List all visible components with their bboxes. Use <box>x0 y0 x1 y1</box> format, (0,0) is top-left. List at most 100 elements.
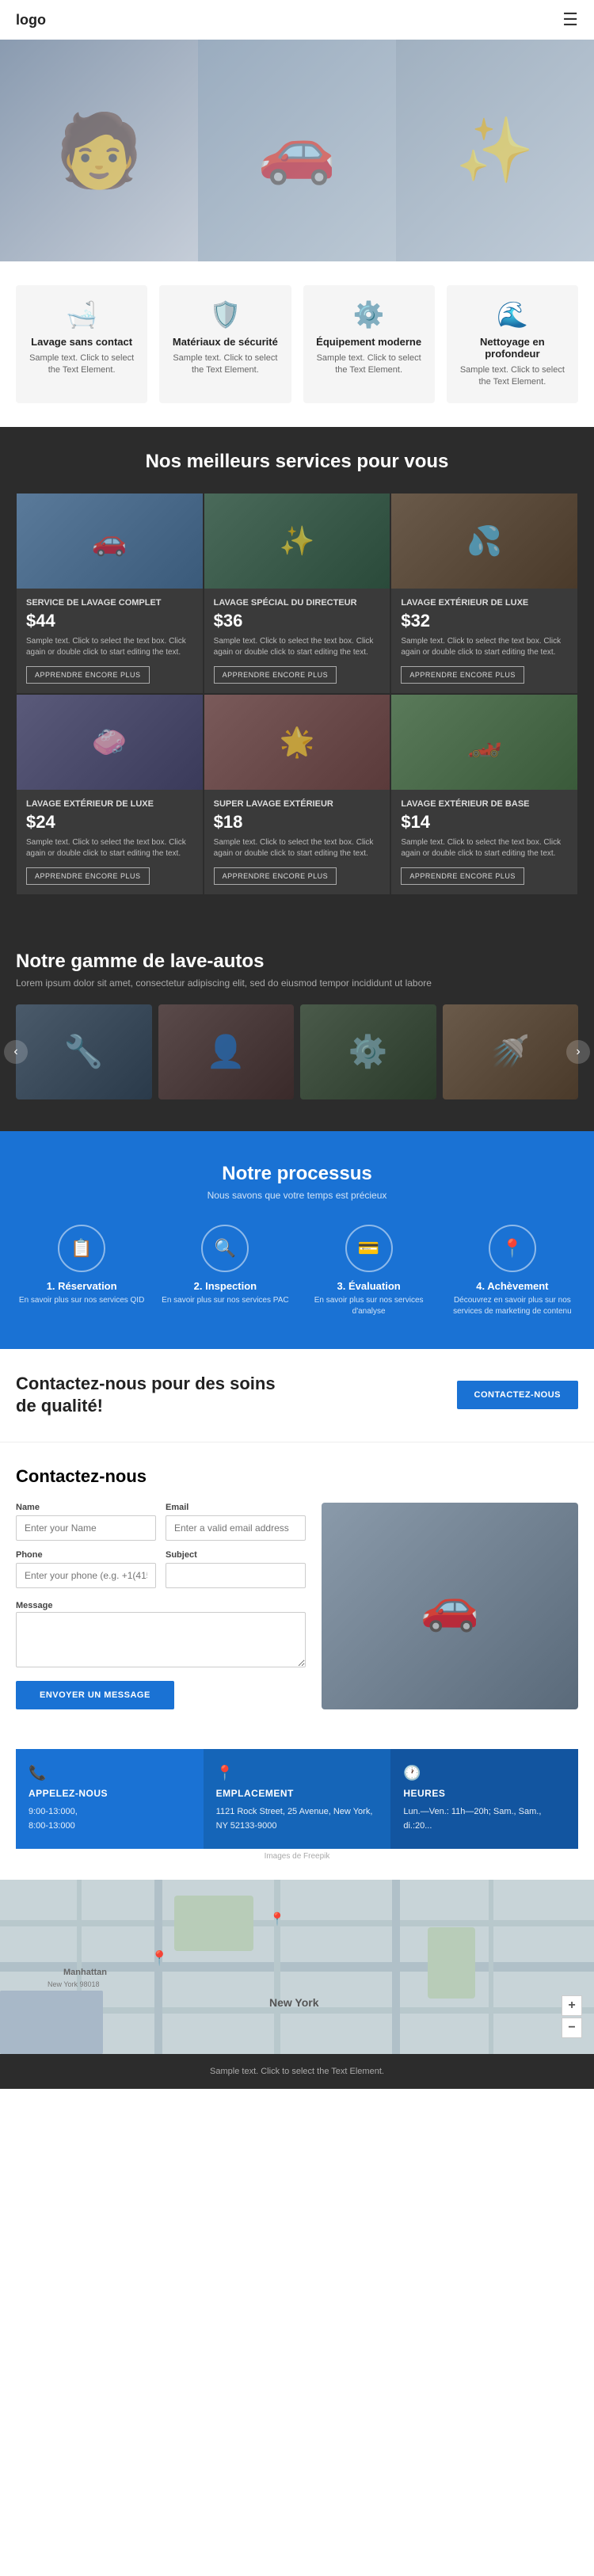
service-desc-4: Sample text. Click to select the text bo… <box>214 837 381 859</box>
gallery-prev-button[interactable]: ‹ <box>4 1040 28 1064</box>
subject-input[interactable] <box>166 1563 306 1588</box>
gallery-item: 👤 <box>158 1004 295 1099</box>
service-image-3: 🧼 <box>17 695 203 790</box>
footer: Sample text. Click to select the Text El… <box>0 2054 594 2089</box>
service-btn-4[interactable]: APPRENDRE ENCORE PLUS <box>214 867 337 885</box>
service-price-0: $44 <box>26 611 193 631</box>
process-step-0: 📋 1. Réservation En savoir plus sur nos … <box>16 1225 147 1317</box>
header: logo ☰ <box>0 0 594 40</box>
services-grid: 🚗 SERVICE DE LAVAGE COMPLET $44 Sample t… <box>16 493 578 895</box>
feature-title-0: Lavage sans contact <box>25 336 138 348</box>
map-controls: + − <box>562 1995 582 2038</box>
hero-section: 🧑 🚗 ✨ <box>0 40 594 261</box>
services-section: Nos meilleurs services pour vous 🚗 SERVI… <box>0 427 594 927</box>
feature-card: 🌊 Nettoyage en profondeur Sample text. C… <box>447 285 578 403</box>
map-zoom-in-button[interactable]: + <box>562 1995 582 2016</box>
service-name-0: SERVICE DE LAVAGE COMPLET <box>26 598 193 608</box>
features-grid: 🛁 Lavage sans contact Sample text. Click… <box>16 285 578 403</box>
process-step-label-0: 1. Réservation <box>16 1280 147 1292</box>
svg-text:📍: 📍 <box>269 1911 285 1926</box>
service-price-5: $14 <box>401 812 568 833</box>
email-label: Email <box>166 1503 306 1512</box>
info-card-0: 📞 APPELEZ-NOUS 9:00-13:000,8:00-13:000 <box>16 1749 204 1849</box>
service-desc-2: Sample text. Click to select the text bo… <box>401 636 568 658</box>
svg-text:New York: New York <box>269 1996 319 2009</box>
service-desc-3: Sample text. Click to select the text bo… <box>26 837 193 859</box>
service-desc-0: Sample text. Click to select the text bo… <box>26 636 193 658</box>
service-btn-2[interactable]: APPRENDRE ENCORE PLUS <box>401 666 524 684</box>
hero-image-2: 🚗 <box>198 40 396 261</box>
service-image-1: ✨ <box>204 493 390 589</box>
submit-button[interactable]: ENVOYER UN MESSAGE <box>16 1681 174 1709</box>
phone-group: Phone <box>16 1550 156 1588</box>
service-btn-5[interactable]: APPRENDRE ENCORE PLUS <box>401 867 524 885</box>
feature-desc-0: Sample text. Click to select the Text El… <box>25 352 138 377</box>
svg-text:New York 98018: New York 98018 <box>48 1980 100 1988</box>
menu-button[interactable]: ☰ <box>562 10 578 30</box>
feature-icon-1: 🛡️ <box>169 299 281 330</box>
email-group: Email <box>166 1503 306 1541</box>
service-card: ✨ LAVAGE SPÉCIAL DU DIRECTEUR $36 Sample… <box>204 493 391 694</box>
service-name-2: LAVAGE EXTÉRIEUR DE LUXE <box>401 598 568 608</box>
service-card: 🌟 SUPER LAVAGE EXTÉRIEUR $18 Sample text… <box>204 694 391 895</box>
process-title: Notre processus <box>16 1163 578 1185</box>
feature-card: 🛡️ Matériaux de sécurité Sample text. Cl… <box>159 285 291 403</box>
process-icon-3: 📍 <box>489 1225 536 1272</box>
gallery-title: Notre gamme de lave-autos <box>16 951 578 973</box>
service-desc-5: Sample text. Click to select the text bo… <box>401 837 568 859</box>
gallery-subtitle: Lorem ipsum dolor sit amet, consectetur … <box>16 977 578 989</box>
info-icon-1: 📍 <box>216 1765 379 1781</box>
info-text-0: 9:00-13:000,8:00-13:000 <box>29 1805 191 1833</box>
process-step-desc-2: En savoir plus sur nos services d'analys… <box>303 1295 435 1317</box>
contact-layout: Name Email Phone Subject Message <box>16 1503 578 1709</box>
service-image-2: 💦 <box>391 493 577 589</box>
service-card: 🏎️ LAVAGE EXTÉRIEUR DE BASE $14 Sample t… <box>390 694 578 895</box>
feature-icon-0: 🛁 <box>25 299 138 330</box>
cta-section: Contactez-nous pour des soins de qualité… <box>0 1349 594 1442</box>
cta-button[interactable]: CONTACTEZ-NOUS <box>457 1381 578 1409</box>
map-background: Manhattan New York 98018 New York 📍 📍 <box>0 1880 594 2054</box>
process-section: Notre processus Nous savons que votre te… <box>0 1131 594 1349</box>
service-image-5: 🏎️ <box>391 695 577 790</box>
feature-desc-1: Sample text. Click to select the Text El… <box>169 352 281 377</box>
info-card-2: 🕐 HEURES Lun.—Ven.: 11h—20h; Sam., Sam.,… <box>390 1749 578 1849</box>
process-step-label-1: 2. Inspection <box>159 1280 291 1292</box>
hero-image-3: ✨ <box>396 40 594 261</box>
gallery-wrapper: ‹ 🔧 👤 ⚙️ 🚿 › <box>16 1004 578 1099</box>
service-image-4: 🌟 <box>204 695 390 790</box>
service-btn-0[interactable]: APPRENDRE ENCORE PLUS <box>26 666 150 684</box>
process-step-1: 🔍 2. Inspection En savoir plus sur nos s… <box>159 1225 291 1317</box>
name-input[interactable] <box>16 1515 156 1541</box>
svg-text:📍: 📍 <box>150 1949 168 1966</box>
message-label: Message <box>16 1601 52 1610</box>
footer-text: Sample text. Click to select the Text El… <box>16 2067 578 2076</box>
name-group: Name <box>16 1503 156 1541</box>
service-name-1: LAVAGE SPÉCIAL DU DIRECTEUR <box>214 598 381 608</box>
info-icon-0: 📞 <box>29 1765 191 1781</box>
name-email-row: Name Email <box>16 1503 306 1541</box>
feature-desc-3: Sample text. Click to select the Text El… <box>456 364 569 389</box>
info-text-1: 1121 Rock Street, 25 Avenue, New York,NY… <box>216 1805 379 1833</box>
service-btn-1[interactable]: APPRENDRE ENCORE PLUS <box>214 666 337 684</box>
map-section: Manhattan New York 98018 New York 📍 📍 + … <box>0 1880 594 2054</box>
info-title-2: HEURES <box>403 1788 565 1799</box>
info-title-1: EMPLACEMENT <box>216 1788 379 1799</box>
service-card: 🧼 LAVAGE EXTÉRIEUR DE LUXE $24 Sample te… <box>16 694 204 895</box>
gallery-next-button[interactable]: › <box>566 1040 590 1064</box>
process-icon-0: 📋 <box>58 1225 105 1272</box>
subject-label: Subject <box>166 1550 306 1560</box>
email-input[interactable] <box>166 1515 306 1541</box>
feature-desc-2: Sample text. Click to select the Text El… <box>313 352 425 377</box>
service-card: 🚗 SERVICE DE LAVAGE COMPLET $44 Sample t… <box>16 493 204 694</box>
service-name-3: LAVAGE EXTÉRIEUR DE LUXE <box>26 799 193 809</box>
service-btn-3[interactable]: APPRENDRE ENCORE PLUS <box>26 867 150 885</box>
contact-title: Contactez-nous <box>16 1466 578 1487</box>
gallery-item: ⚙️ <box>300 1004 436 1099</box>
process-icon-2: 💳 <box>345 1225 393 1272</box>
service-price-2: $32 <box>401 611 568 631</box>
phone-input[interactable] <box>16 1563 156 1588</box>
process-icon-1: 🔍 <box>201 1225 249 1272</box>
message-input[interactable] <box>16 1612 306 1667</box>
map-zoom-out-button[interactable]: − <box>562 2018 582 2038</box>
process-step-label-3: 4. Achèvement <box>447 1280 578 1292</box>
